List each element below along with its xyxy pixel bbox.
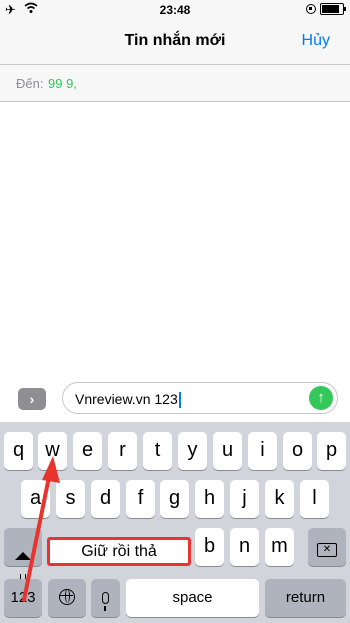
key-l[interactable]: l — [300, 480, 329, 518]
key-j[interactable]: j — [230, 480, 259, 518]
space-key[interactable]: space — [126, 579, 259, 617]
battery-fill — [322, 5, 339, 13]
page-title: Tin nhắn mới — [124, 32, 226, 49]
key-p[interactable]: p — [317, 432, 346, 470]
compose-bar: › Vnreview.vn 123 ↑ — [0, 374, 350, 422]
nav-bar: Tin nhắn mới Hủy — [0, 20, 350, 65]
globe-icon — [59, 589, 75, 605]
key-d[interactable]: d — [91, 480, 120, 518]
shift-icon — [15, 538, 31, 580]
key-r[interactable]: r — [108, 432, 137, 470]
dictation-key[interactable] — [91, 579, 120, 617]
backspace-key[interactable]: ✕ — [308, 528, 346, 566]
key-e[interactable]: e — [73, 432, 102, 470]
key-f[interactable]: f — [126, 480, 155, 518]
backspace-icon: ✕ — [317, 543, 337, 557]
shift-key[interactable] — [4, 528, 42, 580]
key-b[interactable]: b — [195, 528, 224, 566]
key-h[interactable]: h — [195, 480, 224, 518]
return-key[interactable]: return — [265, 579, 346, 617]
key-q[interactable]: q — [4, 432, 33, 470]
status-time: 23:48 — [159, 3, 191, 17]
message-input[interactable]: Vnreview.vn 123 ↑ — [62, 382, 338, 414]
key-o[interactable]: o — [283, 432, 312, 470]
text-caret — [178, 392, 181, 409]
microphone-icon — [102, 592, 109, 611]
key-a[interactable]: a — [21, 480, 50, 518]
numbers-key[interactable]: 123 — [4, 579, 42, 617]
cancel-button[interactable]: Hủy — [302, 32, 330, 50]
key-u[interactable]: u — [213, 432, 242, 470]
status-bar: ✈ 23:48 — [0, 0, 350, 20]
arrow-up-icon[interactable]: ↑ — [309, 386, 333, 410]
key-i[interactable]: i — [248, 432, 277, 470]
key-y[interactable]: y — [178, 432, 207, 470]
hold-and-release-annotation: Giữ rồi thả — [47, 537, 191, 566]
chevron-right-icon[interactable]: › — [18, 388, 46, 410]
key-m[interactable]: m — [265, 528, 294, 566]
key-g[interactable]: g — [160, 480, 189, 518]
key-t[interactable]: t — [143, 432, 172, 470]
key-w[interactable]: w — [38, 432, 67, 470]
keyboard: q w e r t y u i o p a s d f g h j k l b … — [0, 422, 350, 623]
globe-key[interactable] — [48, 579, 86, 617]
key-k[interactable]: k — [265, 480, 294, 518]
key-n[interactable]: n — [230, 528, 259, 566]
recipient-row[interactable]: Đến: 99 9, — [0, 65, 350, 102]
battery-icon — [320, 3, 346, 15]
key-s[interactable]: s — [56, 480, 85, 518]
rotation-lock-icon — [306, 4, 316, 14]
message-text: Vnreview.vn 123 — [75, 391, 181, 409]
recipient-label: Đến: — [16, 76, 44, 91]
recipient-value[interactable]: 99 9, — [48, 76, 77, 91]
